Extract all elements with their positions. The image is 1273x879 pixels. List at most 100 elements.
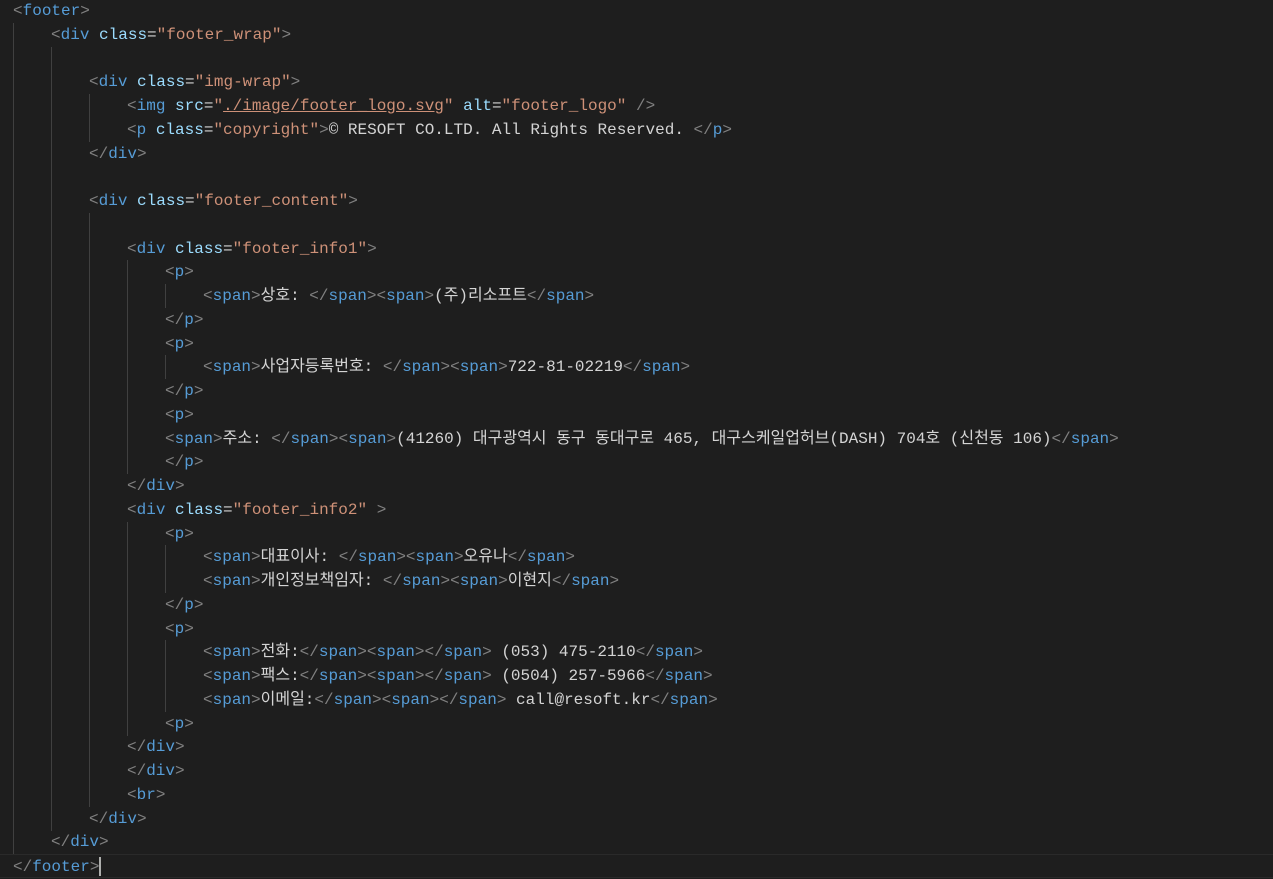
code-line[interactable]: <div class="footer_wrap"> — [0, 22, 1273, 47]
code-line[interactable]: <p class="copyright">© RESOFT CO.LTD. Al… — [0, 117, 1273, 142]
code-line[interactable]: <div class="footer_content"> — [0, 189, 1273, 213]
code-content: <p> — [165, 332, 194, 356]
code-line[interactable]: <span>대표이사: </span><span>오유나</span> — [0, 545, 1273, 570]
tag-name-token: span — [212, 690, 252, 709]
code-line[interactable]: <p> — [0, 711, 1273, 736]
punctuation-token: < — [203, 643, 213, 662]
punctuation-token: </ — [382, 358, 403, 377]
code-line[interactable]: <span>개인정보책임자: </span><span>이현지</span> — [0, 569, 1273, 593]
code-line[interactable] — [0, 46, 1273, 71]
punctuation-token: < — [165, 405, 175, 424]
punctuation-token: > — [175, 477, 185, 495]
code-line[interactable]: <span>사업자등록번호: </span><span>722-81-02219… — [0, 355, 1273, 380]
punctuation-token: </ — [507, 548, 527, 567]
tag-name-token: span — [376, 667, 415, 685]
punctuation-token: > — [193, 453, 204, 472]
code-line[interactable]: <span>상호: </span><span>(주)리소프트</span> — [0, 284, 1273, 308]
code-line[interactable]: </div> — [0, 759, 1273, 783]
indent-guide — [165, 687, 166, 712]
code-line[interactable]: </div> — [0, 474, 1273, 498]
punctuation-token: > — [155, 785, 166, 804]
punctuation-token: </ — [309, 287, 329, 305]
code-line[interactable]: <img src="./image/footer_logo.svg" alt="… — [0, 94, 1273, 118]
text-token: 이현지 — [507, 572, 552, 590]
punctuation-token: > — [251, 287, 261, 305]
indent-guide — [13, 687, 14, 712]
punctuation-token: < — [203, 358, 213, 377]
punctuation-token: > — [184, 714, 194, 733]
code-line[interactable]: <span>이메일:</span><span></span> call@reso… — [0, 687, 1273, 712]
text-token: 사업자등록번호: — [260, 358, 383, 377]
punctuation-token: > — [281, 25, 292, 44]
code-line[interactable]: </div> — [0, 141, 1273, 166]
code-line[interactable]: <p> — [0, 402, 1273, 427]
indent-guide — [89, 117, 90, 142]
code-line[interactable]: </p> — [0, 592, 1273, 617]
indent-guide — [127, 379, 128, 403]
text-token: = — [203, 97, 214, 115]
code-line[interactable]: <p> — [0, 616, 1273, 641]
punctuation-token: </ — [645, 667, 665, 685]
code-content: <span>상호: </span><span>(주)리소프트</span> — [203, 284, 594, 308]
code-line[interactable]: </div> — [0, 735, 1273, 760]
text-cursor — [99, 857, 102, 877]
code-line[interactable]: <span>전화:</span><span></span> (053) 475-… — [0, 640, 1273, 665]
tag-name-token: div — [98, 192, 128, 210]
tag-name-token: div — [146, 762, 176, 780]
indent-guide — [89, 474, 90, 498]
code-line-current[interactable]: </footer> — [0, 854, 1273, 878]
tag-name-token: span — [654, 643, 694, 662]
code-line[interactable]: </p> — [0, 450, 1273, 475]
punctuation-token: </ — [165, 382, 185, 400]
code-line[interactable]: <p> — [0, 521, 1273, 546]
indent-guide — [89, 284, 90, 308]
code-line[interactable]: <p> — [0, 260, 1273, 285]
tag-name-token: span — [459, 572, 499, 590]
text-token: = — [185, 192, 195, 210]
punctuation-token: > — [722, 120, 732, 139]
code-line[interactable]: </p> — [0, 379, 1273, 403]
attribute-value-token: " — [213, 97, 224, 115]
code-line[interactable]: <br> — [0, 782, 1273, 807]
tag-name-token: span — [571, 572, 610, 590]
code-content: </div> — [89, 142, 147, 166]
tag-name-token: p — [184, 595, 194, 614]
punctuation-token: ></ — [414, 667, 444, 685]
punctuation-token: </ — [382, 572, 403, 590]
code-editor[interactable]: <footer> <div class="footer_wrap"> <div cl… — [0, 0, 1273, 878]
code-line[interactable]: </div> — [0, 806, 1273, 831]
code-line[interactable]: <div class="footer_info2" > — [0, 497, 1273, 522]
code-line[interactable]: </p> — [0, 307, 1273, 332]
punctuation-token: >< — [366, 287, 387, 305]
punctuation-token: > — [184, 334, 194, 353]
punctuation-token: > — [251, 643, 261, 662]
punctuation-token: > — [175, 762, 185, 780]
punctuation-token: < — [165, 429, 175, 448]
punctuation-token: >< — [440, 358, 460, 377]
code-line[interactable]: <p> — [0, 331, 1273, 356]
code-line[interactable]: <span>팩스:</span><span></span> (0504) 257… — [0, 664, 1273, 688]
tag-name-token: div — [98, 73, 128, 92]
indent-guide — [89, 664, 90, 688]
attribute-value-token: " — [443, 97, 454, 115]
tag-name-token: p — [136, 120, 147, 139]
tag-name-token: span — [328, 287, 367, 305]
punctuation-token: </ — [13, 858, 33, 876]
code-line[interactable] — [0, 165, 1273, 190]
tag-name-token: p — [184, 310, 194, 329]
code-line[interactable]: </div> — [0, 830, 1273, 855]
code-line[interactable] — [0, 212, 1273, 237]
code-line[interactable]: <footer> — [0, 0, 1273, 23]
code-line[interactable]: <span>주소: </span><span>(41260) 대구광역시 동구 … — [0, 426, 1273, 451]
indent-guide — [89, 450, 90, 475]
code-content: <p> — [165, 712, 194, 736]
tag-name-token: span — [402, 358, 441, 377]
code-content: <p> — [165, 403, 194, 427]
code-line[interactable]: <div class="footer_info1"> — [0, 236, 1273, 261]
indent-guide — [13, 711, 14, 736]
indent-guide — [51, 426, 52, 451]
code-line[interactable]: <div class="img-wrap"> — [0, 70, 1273, 95]
